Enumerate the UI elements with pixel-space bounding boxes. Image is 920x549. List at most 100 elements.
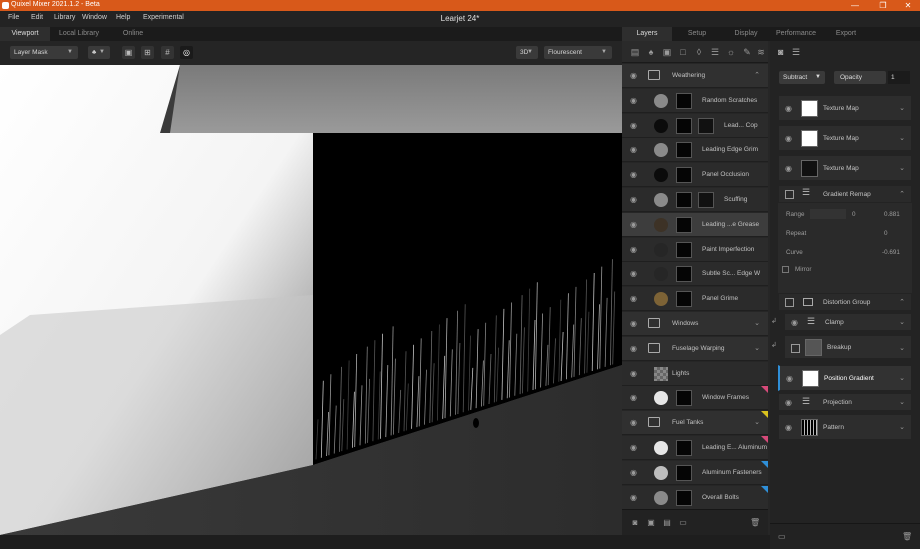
drop-icon[interactable]: ◊ <box>694 47 704 57</box>
eye-icon[interactable]: ◉ <box>785 135 792 143</box>
grid-2x2-icon[interactable]: ⊞ <box>141 46 154 59</box>
breakup-row[interactable]: Breakup ⌄ <box>784 335 912 359</box>
eye-icon[interactable]: ◉ <box>785 424 792 432</box>
opacity-input[interactable]: 1 <box>888 71 910 84</box>
eye-icon[interactable]: ◉ <box>785 165 792 173</box>
maximize-button[interactable]: ❐ <box>870 0 896 11</box>
delete-icon[interactable]: 🗑 <box>750 518 760 528</box>
delete-icon[interactable]: 🗑 <box>902 532 912 541</box>
range-max[interactable]: 0.881 <box>884 211 900 218</box>
lighting-dropdown[interactable]: Flourescent ▼ <box>544 46 612 59</box>
close-button[interactable]: ✕ <box>895 0 920 11</box>
eye-icon[interactable]: ◉ <box>630 419 637 427</box>
eye-icon[interactable]: ◉ <box>630 121 637 130</box>
layer-row[interactable]: ◉ Leading Edge Grim <box>622 138 768 163</box>
eye-icon[interactable]: ◉ <box>630 270 637 278</box>
eye-icon[interactable]: ◉ <box>786 375 793 383</box>
tab-local-library[interactable]: Local Library <box>52 27 106 41</box>
eye-icon[interactable]: ◉ <box>630 344 637 353</box>
range-slider[interactable] <box>810 209 846 219</box>
layer-row[interactable]: ◉ Scuffing <box>622 188 768 212</box>
add-mask-icon[interactable]: ◙ <box>630 518 640 528</box>
brush-icon[interactable]: ✎ <box>742 47 752 57</box>
position-gradient-row[interactable]: ◉ Position Gradient ⌄ <box>778 365 912 391</box>
chevron-down-icon[interactable]: ⌄ <box>899 344 905 352</box>
tab-setup[interactable]: Setup <box>672 27 722 41</box>
layer-row[interactable]: ◉ Aluminum Fasteners <box>622 460 768 485</box>
view-mode-dropdown[interactable]: 3D ▼ <box>516 46 538 59</box>
layer-row[interactable]: ◉ Paint Imperfection <box>622 237 768 262</box>
blend-mode-dropdown[interactable]: Subtract ▼ <box>779 71 825 84</box>
layer-group-row[interactable]: ◉ ⌄ Fuel Tanks <box>622 411 768 436</box>
layer-group-row[interactable]: ◉ ⌄ Windows <box>622 312 768 336</box>
eye-icon[interactable]: ◉ <box>630 146 637 154</box>
projection-row[interactable]: ◉ ☰ Projection ⌄ <box>778 393 912 411</box>
distortion-group-checkbox[interactable] <box>785 298 794 307</box>
shape-dropdown[interactable]: ♣ ▼ <box>88 46 110 59</box>
smart-mask-icon[interactable]: ▤ <box>662 518 672 528</box>
eye-icon[interactable]: ◉ <box>630 72 637 80</box>
eye-icon[interactable]: ◉ <box>630 220 637 229</box>
eye-icon[interactable]: ◉ <box>630 444 637 452</box>
layer-group-row[interactable]: ◉ ⌃ Weathering <box>622 64 768 88</box>
chevron-down-icon[interactable]: ⌄ <box>899 318 905 326</box>
clamp-row[interactable]: ◉ ☰ Clamp ⌄ <box>784 313 912 331</box>
chevron-up-icon[interactable]: ⌃ <box>899 298 905 306</box>
image-icon[interactable]: ▣ <box>122 46 135 59</box>
chevron-down-icon[interactable]: ⌄ <box>899 398 905 406</box>
chevron-down-icon[interactable]: ⌄ <box>754 344 760 352</box>
layer-row[interactable]: ◉ Panel Grime <box>622 287 768 312</box>
distortion-group-row[interactable]: Distortion Group ⌃ <box>778 293 912 311</box>
eye-icon[interactable]: ◉ <box>630 196 637 204</box>
channel-dropdown[interactable]: Layer Mask ▼ <box>10 46 78 59</box>
layer-row[interactable]: ◉ Leading ...e Grease <box>622 212 768 237</box>
layer-group-row[interactable]: ◉ ⌄ Fuselage Warping <box>622 336 768 361</box>
grid-3x3-icon[interactable]: # <box>161 46 174 59</box>
tab-export[interactable]: Export <box>822 27 870 41</box>
chevron-down-icon[interactable]: ⌄ <box>899 423 905 431</box>
eye-icon[interactable]: ◉ <box>785 105 792 113</box>
chevron-down-icon[interactable]: ⌄ <box>899 374 905 382</box>
gradient-remap-header[interactable]: ☰ Gradient Remap ⌃ <box>778 185 912 203</box>
add-layer-icon[interactable]: ▤ <box>630 47 640 57</box>
layer-row[interactable]: ◉ Leading E... Aluminum <box>622 436 768 460</box>
chevron-down-icon[interactable]: ⌄ <box>899 134 905 142</box>
layers-stack-icon[interactable]: ≋ <box>756 47 766 57</box>
mask-icon[interactable]: ◙ <box>778 47 783 57</box>
chevron-up-icon[interactable]: ⌃ <box>754 71 760 79</box>
tab-layers[interactable]: Layers <box>622 27 672 41</box>
chevron-down-icon[interactable]: ⌄ <box>754 418 760 426</box>
layer-row[interactable]: ◉ Window Frames <box>622 386 768 411</box>
pattern-row[interactable]: ◉ Pattern ⌄ <box>778 414 912 440</box>
eye-icon[interactable]: ◉ <box>630 320 637 328</box>
filter-icon[interactable]: ☰ <box>792 47 800 58</box>
layer-row[interactable]: ◉ Panel Occlusion <box>622 163 768 188</box>
layer-row[interactable]: ◉ Lights <box>622 361 768 386</box>
gradient-remap-checkbox[interactable] <box>785 190 794 199</box>
chevron-down-icon[interactable]: ⌄ <box>899 164 905 172</box>
viewport-canvas[interactable] <box>0 65 622 535</box>
repeat-value[interactable]: 0 <box>884 230 888 237</box>
chevron-down-icon[interactable]: ⌄ <box>899 104 905 112</box>
eye-icon[interactable]: ◉ <box>630 295 637 303</box>
fill-layer-icon[interactable]: ▣ <box>662 47 672 57</box>
texture-map-row[interactable]: ◉ Texture Map ⌄ <box>778 155 912 181</box>
tab-viewport[interactable]: Viewport <box>0 27 50 41</box>
texture-map-row[interactable]: ◉ Texture Map ⌄ <box>778 125 912 151</box>
chevron-down-icon[interactable]: ⌄ <box>754 319 760 327</box>
mirror-checkbox[interactable] <box>782 266 789 273</box>
adjust-icon[interactable]: ☰ <box>710 47 720 57</box>
mask-icon[interactable]: ▣ <box>646 518 656 528</box>
folder-icon[interactable]: ▭ <box>678 518 688 528</box>
eye-icon[interactable]: ◉ <box>630 394 637 402</box>
tab-display[interactable]: Display <box>722 27 770 41</box>
breakup-checkbox[interactable] <box>791 344 800 353</box>
chevron-up-icon[interactable]: ⌃ <box>899 190 905 198</box>
eye-icon[interactable]: ◉ <box>630 171 637 179</box>
eye-icon[interactable]: ◉ <box>630 245 637 254</box>
layer-row[interactable]: ◉ Overall Bolts <box>622 485 768 509</box>
eye-icon[interactable]: ◉ <box>630 96 637 105</box>
eye-icon[interactable]: ◉ <box>791 319 798 327</box>
layer-row[interactable]: ◉ Subtle Sc... Edge W <box>622 262 768 287</box>
eye-icon[interactable]: ◉ <box>630 369 637 378</box>
